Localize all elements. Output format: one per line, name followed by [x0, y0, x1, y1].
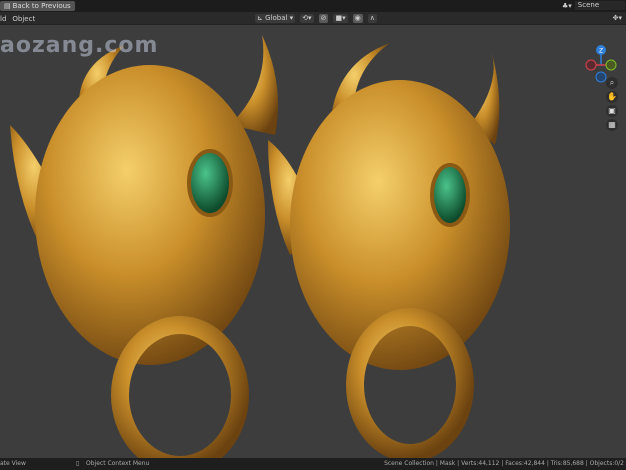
proportional-edit-toggle[interactable]: ◉ — [352, 14, 363, 23]
scene-icon: ♣▾ — [562, 1, 572, 10]
demon-head-left — [10, 35, 279, 458]
watermark: aozang.com — [0, 33, 159, 58]
zoom-icon[interactable]: ⌕ — [606, 77, 618, 89]
navigation-gizmo[interactable]: Z ⌕ ✋ ▣ ▦ — [580, 37, 626, 147]
svg-text:Z: Z — [599, 48, 603, 55]
mouse-icon: ▯ — [76, 460, 80, 467]
camera-icon[interactable]: ▣ — [606, 105, 618, 117]
viewport-header: ld Object ⊾ Global ▾ ⟲▾ ⊘ ■▾ ◉ ∧ ✥▾ — [0, 12, 626, 25]
status-left: ate View — [0, 460, 26, 467]
menu-object[interactable]: Object — [12, 15, 35, 23]
axes-icon: ⊾ — [257, 14, 266, 22]
snap-toggle[interactable]: ⊘ — [318, 14, 329, 23]
status-bar: ate View ▯ Object Context Menu Scene Col… — [0, 458, 626, 470]
sculpt-model — [10, 35, 510, 458]
scene-selector[interactable]: ♣▾ Scene — [562, 1, 625, 10]
scene-name-field[interactable]: Scene — [574, 1, 625, 10]
scene-statistics: Scene Collection | Mask | Verts:44,112 |… — [384, 460, 624, 467]
grid-view-icon[interactable]: ▦ — [606, 119, 618, 131]
back-to-previous-button[interactable]: ▤ Back to Previous — [0, 1, 75, 11]
pivot-point-dropdown[interactable]: ⟲▾ — [300, 14, 314, 23]
gizmo-visibility-icon[interactable]: ✥▾ — [613, 14, 622, 22]
status-context-menu: Object Context Menu — [86, 460, 150, 467]
demon-head-right — [268, 43, 510, 458]
pan-hand-icon[interactable]: ✋ — [606, 91, 618, 103]
screen-icon: ▤ — [4, 2, 11, 10]
transform-orientation-dropdown[interactable]: ⊾ Global ▾ — [255, 14, 296, 23]
falloff-dropdown[interactable]: ∧ — [367, 14, 377, 23]
snap-target-dropdown[interactable]: ■▾ — [333, 14, 348, 23]
axis-gizmo: Z — [585, 45, 617, 83]
top-bar: ▤ Back to Previous ♣▾ Scene — [0, 0, 626, 12]
3d-viewport[interactable]: aozang.com Z ⌕ ✋ ▣ ▦ — [0, 25, 626, 458]
menu-view[interactable]: ld — [0, 15, 6, 23]
